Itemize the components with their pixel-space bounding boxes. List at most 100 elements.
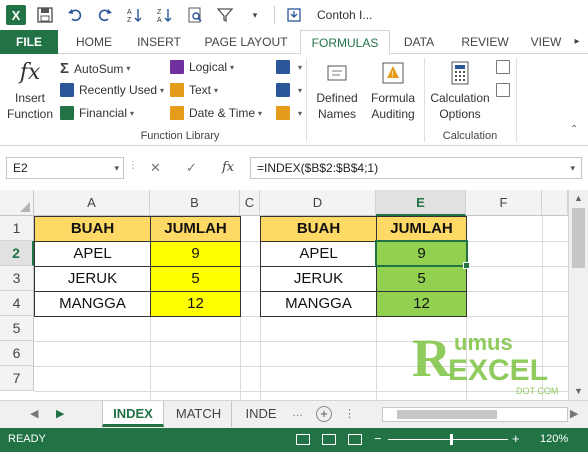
defined-names-button[interactable]: Defined Names (310, 58, 364, 122)
row-header-4[interactable]: 4 (0, 291, 34, 316)
logical-button[interactable]: Logical ▾ (170, 60, 234, 74)
redo-icon[interactable] (94, 4, 116, 26)
calculate-sheet-button[interactable] (496, 83, 515, 97)
sheet-tab-match[interactable]: MATCH (166, 401, 232, 427)
select-all-corner[interactable] (0, 190, 34, 216)
tab-review[interactable]: REVIEW (456, 30, 514, 54)
customize-qat-icon[interactable]: ▾ (244, 4, 266, 26)
cell-e2[interactable]: 9 (377, 242, 466, 266)
confirm-edit-button[interactable]: ✓ (186, 157, 197, 179)
cell-b4[interactable]: 12 (151, 292, 240, 316)
financial-button[interactable]: Financial ▾ (60, 106, 134, 120)
sort-descending-icon[interactable]: ZA (154, 4, 176, 26)
tab-view[interactable]: VIEW (526, 30, 566, 54)
vertical-scrollbar[interactable]: ▲ ▼ (568, 190, 588, 400)
cell-a1[interactable]: BUAH (35, 217, 150, 241)
name-box-caret-icon[interactable]: ▾ (114, 158, 119, 178)
column-header-e[interactable]: E (376, 190, 466, 216)
column-header-d[interactable]: D (260, 190, 376, 216)
zoom-in-icon[interactable]: + (512, 431, 520, 446)
cell-b3[interactable]: 5 (151, 267, 240, 291)
cell-e4[interactable]: 12 (377, 292, 466, 316)
autosum-button[interactable]: Σ AutoSum ▾ (60, 60, 130, 77)
insert-function-fx-button[interactable]: fx (222, 157, 234, 179)
worksheet-grid[interactable]: A B C D E F 1 2 3 4 5 6 7 BUAH JUMLAH AP… (0, 190, 588, 400)
tab-formulas[interactable]: FORMULAS (300, 30, 390, 55)
math-trig-button[interactable]: ▾ (276, 83, 302, 97)
collapse-ribbon-icon[interactable]: ⌃ (570, 124, 578, 135)
vertical-scroll-thumb[interactable] (572, 208, 585, 268)
formula-bar: E2 ▾ ⋮ ✕ ✓ fx =INDEX($B$2:$B$4;1) ▾ (0, 146, 588, 186)
insert-function-button[interactable]: fx Insert Function (4, 58, 56, 122)
cell-d4[interactable]: MANGGA (261, 292, 376, 316)
cell-e3[interactable]: 5 (377, 267, 466, 291)
group-separator (424, 58, 425, 142)
cancel-edit-button[interactable]: ✕ (150, 157, 161, 179)
page-layout-view-icon[interactable] (322, 434, 336, 445)
tab-file[interactable]: FILE (0, 30, 58, 54)
filter-icon[interactable] (214, 4, 236, 26)
column-header-a[interactable]: A (34, 190, 150, 216)
cell-e1[interactable]: JUMLAH (377, 217, 466, 241)
tab-page-layout[interactable]: PAGE LAYOUT (198, 30, 294, 54)
normal-view-icon[interactable] (296, 434, 310, 445)
row-header-2[interactable]: 2 (0, 241, 34, 266)
cell-b1[interactable]: JUMLAH (151, 217, 240, 241)
ribbon-scroll-right-icon[interactable]: ▸ (570, 30, 584, 54)
sheet-tab-inde[interactable]: INDE (236, 401, 286, 427)
tab-data[interactable]: DATA (396, 30, 442, 54)
date-time-button[interactable]: Date & Time ▾ (170, 106, 262, 120)
row-header-1[interactable]: 1 (0, 216, 34, 241)
tab-home[interactable]: HOME (66, 30, 122, 54)
column-header-b[interactable]: B (150, 190, 240, 216)
zoom-slider-track[interactable] (388, 439, 508, 440)
formula-input[interactable]: =INDEX($B$2:$B$4;1) ▾ (250, 157, 582, 179)
expand-formula-caret-icon[interactable]: ▾ (570, 158, 575, 178)
cell-a4[interactable]: MANGGA (35, 292, 150, 316)
gridline (466, 216, 467, 400)
calculation-options-button[interactable]: Calculation Options (428, 58, 492, 122)
cell-a2[interactable]: APEL (35, 242, 150, 266)
more-sheets-icon[interactable]: … (292, 407, 303, 419)
row-header-7[interactable]: 7 (0, 366, 34, 391)
tab-insert[interactable]: INSERT (128, 30, 190, 54)
sheet-nav-right-icon[interactable]: ▶ (56, 407, 64, 420)
formula-bar-grip-icon[interactable]: ⋮ (128, 160, 138, 171)
tab-split-icon[interactable]: ⋮ (344, 407, 355, 420)
sheet-tab-index[interactable]: INDEX (102, 401, 164, 427)
text-button[interactable]: Text ▾ (170, 83, 218, 97)
scroll-down-icon[interactable]: ▼ (574, 386, 583, 396)
column-header-c[interactable]: C (240, 190, 260, 216)
page-break-view-icon[interactable] (348, 434, 362, 445)
row-header-3[interactable]: 3 (0, 266, 34, 291)
sort-ascending-icon[interactable]: AZ (124, 4, 146, 26)
cell-b2[interactable]: 9 (151, 242, 240, 266)
row-header-6[interactable]: 6 (0, 341, 34, 366)
save-icon[interactable] (34, 4, 56, 26)
cell-d1[interactable]: BUAH (261, 217, 376, 241)
recently-used-button[interactable]: Recently Used ▾ (60, 83, 164, 97)
zoom-percentage[interactable]: 120% (540, 433, 568, 445)
calculate-now-button[interactable] (496, 60, 515, 74)
column-header-g[interactable] (542, 190, 568, 216)
column-header-f[interactable]: F (466, 190, 542, 216)
scroll-right-icon[interactable]: ▶ (570, 407, 578, 420)
cell-d2[interactable]: APEL (261, 242, 376, 266)
add-sheet-icon[interactable]: + (316, 406, 332, 422)
zoom-slider-thumb[interactable] (450, 434, 453, 445)
scroll-up-icon[interactable]: ▲ (574, 193, 583, 203)
gridline (34, 341, 568, 342)
horizontal-scroll-thumb[interactable] (397, 410, 497, 419)
name-box[interactable]: E2 ▾ (6, 157, 124, 179)
lookup-reference-button[interactable]: ▾ (276, 60, 302, 74)
print-preview-icon[interactable] (184, 4, 206, 26)
cell-d3[interactable]: JERUK (261, 267, 376, 291)
undo-icon[interactable] (64, 4, 86, 26)
formula-auditing-button[interactable]: ! Formula Auditing (364, 58, 422, 122)
cell-a3[interactable]: JERUK (35, 267, 150, 291)
horizontal-scrollbar[interactable] (382, 407, 568, 422)
row-header-5[interactable]: 5 (0, 316, 34, 341)
more-functions-button[interactable]: ▾ (276, 106, 302, 120)
zoom-out-icon[interactable]: − (374, 431, 382, 446)
sheet-nav-left-icon[interactable]: ◀ (30, 407, 38, 420)
